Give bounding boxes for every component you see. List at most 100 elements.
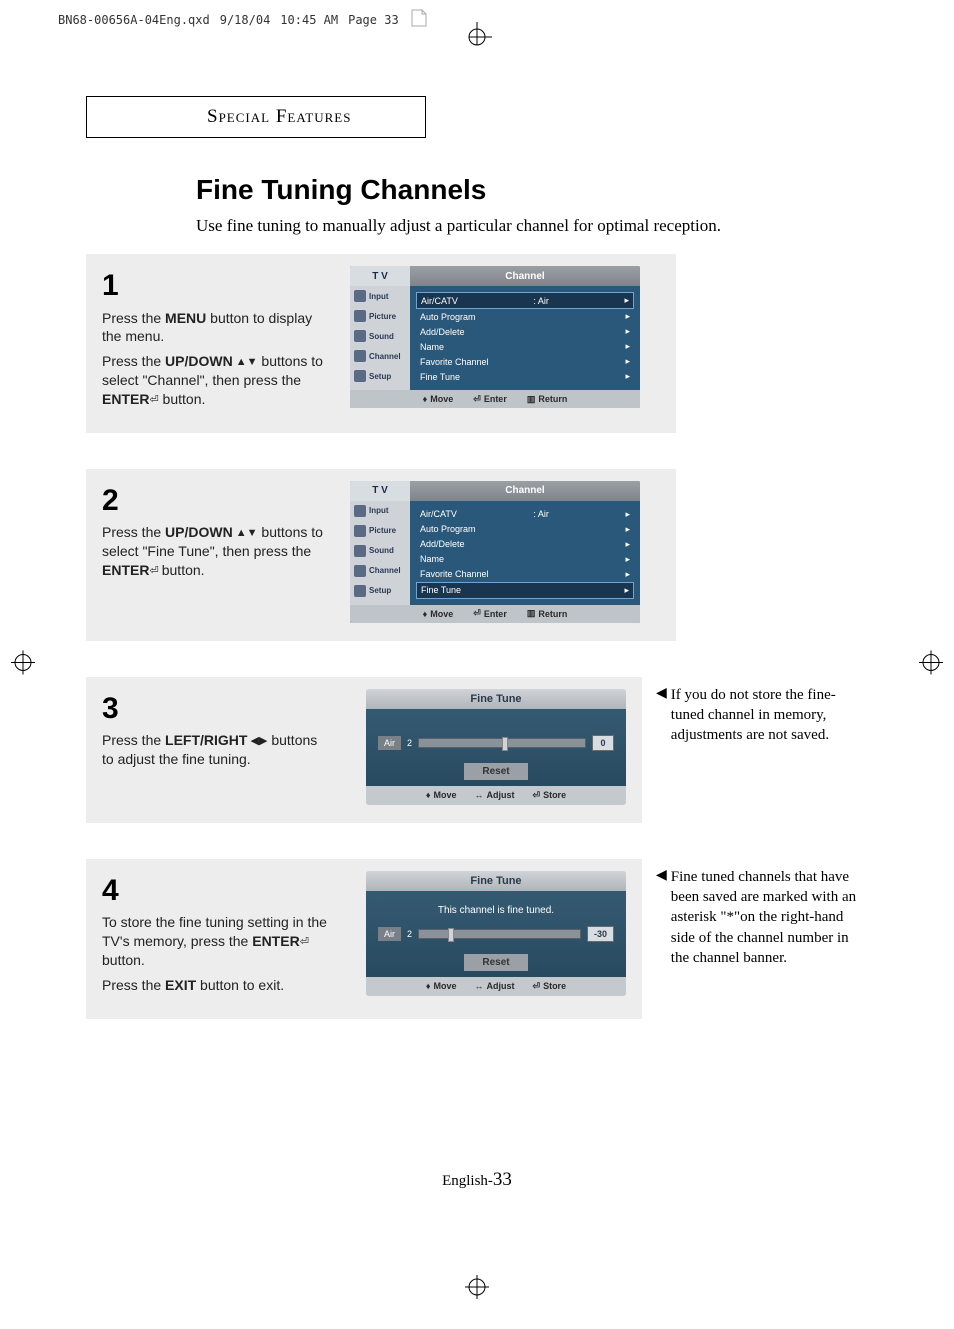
- s2-t1b: UP/DOWN: [165, 524, 233, 540]
- intro-text: Use fine tuning to manually adjust a par…: [196, 216, 868, 236]
- enter-icon: ⏎: [149, 394, 158, 406]
- channel-icon: [354, 565, 366, 577]
- ft-title: Fine Tune: [366, 689, 626, 709]
- ft2-reset: Reset: [464, 954, 527, 971]
- input-icon: [354, 505, 366, 517]
- r-name: Name: [420, 342, 444, 352]
- r2-ft: Fine Tune: [421, 585, 461, 595]
- ft-slider: [418, 738, 586, 748]
- step-1-row: 1 Press the MENU button to display the m…: [86, 254, 868, 433]
- leftright-icon: ◀▶: [247, 735, 267, 747]
- ft2-f-store: Store: [543, 981, 566, 991]
- s2-t1e: button.: [162, 562, 205, 578]
- s4-t1b: ENTER: [252, 933, 299, 949]
- s3-t1a: Press the: [102, 732, 165, 748]
- move-icon: ♦: [426, 981, 431, 991]
- r2-fav: Favorite Channel: [420, 569, 489, 579]
- osd-sidebar: Input Picture Sound Channel Setup: [350, 286, 410, 390]
- page-content: Special Features Fine Tuning Channels Us…: [86, 96, 868, 1019]
- store-icon: ⏎: [533, 981, 541, 992]
- sb-input: Input: [369, 292, 389, 301]
- r2-auto: Auto Program: [420, 524, 476, 534]
- sb2-setup: Setup: [369, 586, 391, 595]
- ft2-air: Air: [378, 927, 401, 941]
- s4-t2b: EXIT: [165, 977, 196, 993]
- sb2-input: Input: [369, 506, 389, 515]
- note-4-text: Fine tuned channels that have been saved…: [671, 867, 868, 968]
- section-label: Special Features: [207, 106, 351, 128]
- section-tab: Special Features: [86, 96, 426, 138]
- sound-icon: [354, 330, 366, 342]
- ft-f-move: Move: [434, 790, 457, 800]
- chevron-right-icon: ▸: [624, 585, 629, 596]
- osd-screenshot-2: T V Channel Input Picture Sound Channel …: [350, 481, 640, 623]
- ft-f-adjust: Adjust: [487, 790, 515, 800]
- ft2-slider: [418, 929, 581, 939]
- s1-t1b: MENU: [165, 310, 206, 326]
- step-4-text: 4 To store the fine tuning setting in th…: [102, 871, 332, 1001]
- ft-f-store: Store: [543, 790, 566, 800]
- step-3-box: 3 Press the LEFT/RIGHT ◀▶ buttons to adj…: [86, 677, 642, 823]
- step-3-row: 3 Press the LEFT/RIGHT ◀▶ buttons to adj…: [86, 677, 868, 823]
- r-autoprogram: Auto Program: [420, 312, 476, 322]
- channel-icon: [354, 350, 366, 362]
- adjust-icon: ↔: [475, 981, 484, 991]
- crop-mark-top: [462, 22, 492, 57]
- side-note-4: ◀ Fine tuned channels that have been sav…: [642, 859, 868, 968]
- sb-sound: Sound: [369, 332, 394, 341]
- r-finetune: Fine Tune: [420, 372, 460, 382]
- osd-main: Air/CATV: Air▸ Auto Program▸ Add/Delete▸…: [410, 286, 640, 390]
- ft2-f-move: Move: [434, 981, 457, 991]
- f-enter: Enter: [484, 394, 507, 404]
- s1-t2a: Press the: [102, 353, 165, 369]
- chevron-right-icon: ▸: [625, 509, 630, 520]
- osd-title: Channel: [410, 271, 640, 282]
- step-2-text: 2 Press the UP/DOWN ▲▼ buttons to select…: [102, 481, 332, 586]
- sb-setup: Setup: [369, 372, 391, 381]
- crop-mark-bottom: [462, 1272, 492, 1307]
- adjust-icon: ↔: [475, 790, 484, 800]
- osd-tv-label: T V: [350, 266, 410, 286]
- ft-channel: 2: [407, 738, 412, 748]
- steps-area: 1 Press the MENU button to display the m…: [86, 254, 868, 1019]
- r2-add: Add/Delete: [420, 539, 465, 549]
- r-aircatv: Air/CATV: [421, 296, 458, 306]
- input-icon: [354, 290, 366, 302]
- footer-page: 33: [493, 1169, 512, 1190]
- sb2-channel: Channel: [369, 566, 401, 575]
- osd-screenshot-1: T V Channel Input Picture Sound Channel …: [350, 266, 640, 408]
- ft-footer: ♦Move ↔Adjust ⏎Store: [366, 786, 626, 805]
- step-1-box: 1 Press the MENU button to display the m…: [86, 254, 676, 433]
- enter-icon: ⏎: [473, 394, 481, 405]
- f-return: Return: [538, 394, 567, 404]
- picture-icon: [354, 525, 366, 537]
- note-3-text: If you do not store the fine-tuned chann…: [671, 685, 868, 746]
- finetune-osd-2: Fine Tune This channel is fine tuned. Ai…: [366, 871, 626, 996]
- s1-t2b: UP/DOWN: [165, 353, 233, 369]
- slider-thumb: [502, 737, 508, 751]
- s2-t1a: Press the: [102, 524, 165, 540]
- step-1-text: 1 Press the MENU button to display the m…: [102, 266, 332, 415]
- ft2-value: -30: [587, 926, 614, 942]
- page-curl-icon: [409, 8, 429, 32]
- updown-icon: ▲▼: [233, 527, 258, 539]
- print-time: 10:45 AM: [280, 13, 338, 27]
- r2-aircatv: Air/CATV: [420, 509, 457, 519]
- sb-channel: Channel: [369, 352, 401, 361]
- r2-val: : Air: [533, 509, 549, 519]
- print-filename: BN68-00656A-04Eng.qxd: [58, 13, 210, 27]
- step-2-row: 2 Press the UP/DOWN ▲▼ buttons to select…: [86, 469, 868, 641]
- print-date: 9/18/04: [220, 13, 271, 27]
- return-icon: ▥: [527, 394, 536, 405]
- step-3-text: 3 Press the LEFT/RIGHT ◀▶ buttons to adj…: [102, 689, 332, 775]
- store-icon: ⏎: [533, 790, 541, 801]
- page-title: Fine Tuning Channels: [196, 174, 868, 206]
- chevron-right-icon: ▸: [625, 311, 630, 322]
- osd2-tv: T V: [350, 481, 410, 501]
- footer-lang: English-: [442, 1173, 493, 1189]
- chevron-right-icon: ▸: [625, 569, 630, 580]
- triangle-left-icon: ◀: [656, 685, 667, 704]
- step-2-number: 2: [102, 481, 332, 522]
- step-4-box: 4 To store the fine tuning setting in th…: [86, 859, 642, 1019]
- sb2-picture: Picture: [369, 526, 396, 535]
